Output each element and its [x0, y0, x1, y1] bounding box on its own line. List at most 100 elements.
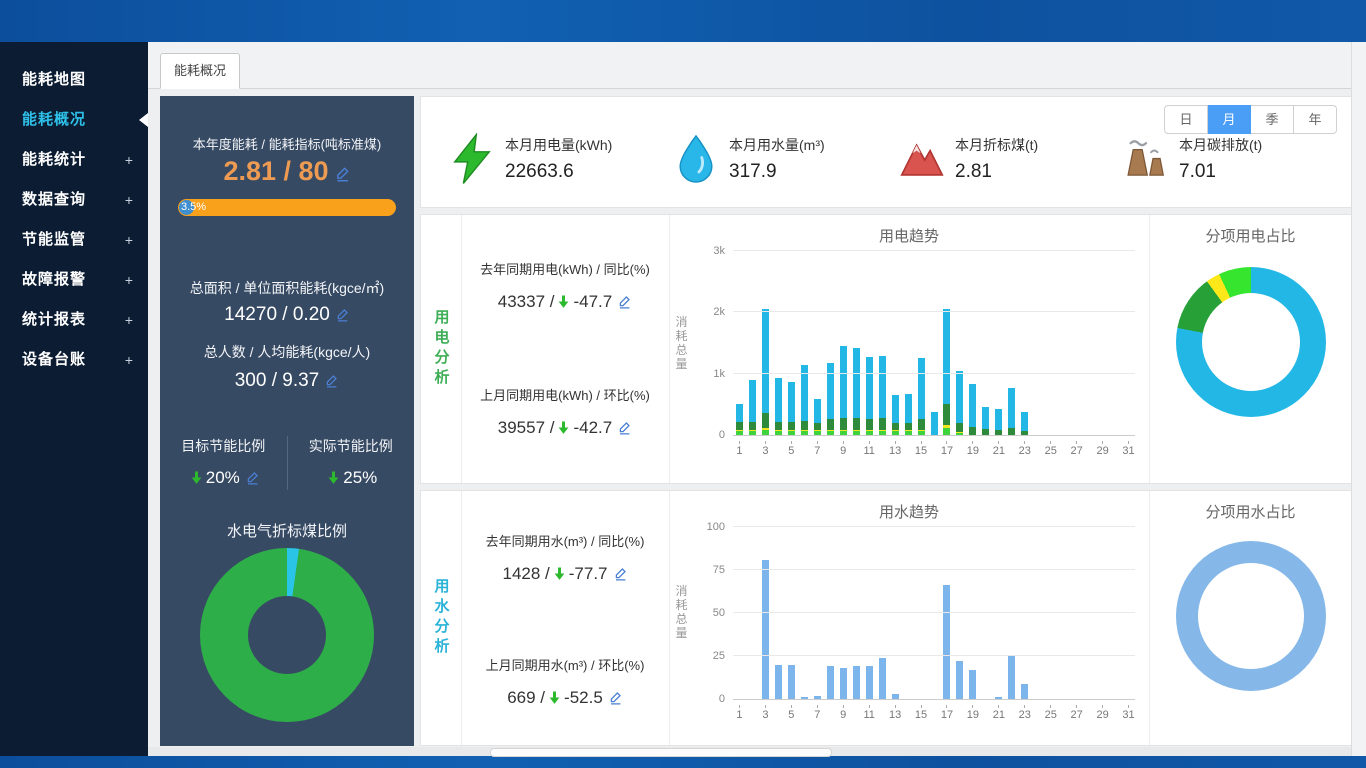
- water-trend-chart: 用水趋势 消耗总量 0255075100 1357911131517192123…: [669, 491, 1149, 745]
- sidebar-item-label: 节能监管: [22, 231, 86, 248]
- edit-icon[interactable]: [335, 306, 350, 328]
- annual-progress-bar: 3.5%: [178, 199, 396, 216]
- water-section-label: 用水分析: [421, 491, 462, 745]
- mountain-icon: [899, 133, 945, 185]
- electricity-share-section: 分项用电占比: [1149, 215, 1351, 483]
- kpi-water: 本月用水量(m³)317.9: [673, 133, 825, 185]
- electricity-stats: 去年同期用电(kWh) / 同比(%) 43337 /-47.7 上月同期用电(…: [461, 215, 670, 483]
- electricity-trend-chart: 用电趋势 消耗总量 01k2k3k 1357911131517192123252…: [669, 215, 1149, 483]
- sidebar-item-statistical-report[interactable]: 统计报表+: [0, 300, 148, 340]
- lightning-icon: [449, 133, 495, 185]
- donut-hole: [1202, 293, 1300, 391]
- yoy-label: 去年同期用水(m³) / 同比(%): [461, 531, 669, 550]
- down-arrow-icon: [547, 690, 562, 710]
- y-axis-title: 消耗总量: [673, 584, 690, 640]
- annual-energy-value: 2.81 / 80: [160, 156, 414, 189]
- area-energy-value: 14270 / 0.20: [160, 304, 414, 328]
- period-year-button[interactable]: 年: [1294, 105, 1337, 134]
- electricity-yoy-block: 去年同期用电(kWh) / 同比(%) 43337 /-47.7: [461, 259, 669, 314]
- water-mom-block: 上月同期用水(m³) / 环比(%) 669 /-52.5: [461, 655, 669, 710]
- y-axis-title: 消耗总量: [673, 315, 690, 371]
- tab-energy-overview[interactable]: 能耗概况: [160, 53, 240, 89]
- expand-plus-icon: +: [125, 260, 134, 300]
- edit-icon[interactable]: [334, 158, 351, 189]
- expand-plus-icon: +: [125, 140, 134, 180]
- sidebar-item-energy-map[interactable]: 能耗地图: [0, 60, 148, 100]
- section-label-text: 用水分析: [431, 578, 452, 658]
- edit-icon[interactable]: [613, 566, 628, 586]
- sidebar-item-energy-statistics[interactable]: 能耗统计 +: [0, 140, 148, 180]
- annual-energy-label: 本年度能耗 / 能耗指标(吨标准煤): [160, 134, 414, 153]
- kpi-electricity: 本月用电量(kWh) 22663.6: [449, 133, 612, 185]
- period-quarter-button[interactable]: 季: [1251, 105, 1294, 134]
- target-saving-ratio: 目标节能比例 20%: [160, 436, 287, 490]
- mom-label: 上月同期用电(kWh) / 环比(%): [461, 385, 669, 404]
- plot-area: [733, 251, 1135, 436]
- sidebar-item-energy-overview[interactable]: 能耗概况: [0, 100, 148, 140]
- edit-icon[interactable]: [608, 690, 623, 710]
- y-axis: 0255075100: [693, 527, 725, 699]
- kpi-coal: 本月折标煤(t)2.81: [899, 133, 1038, 185]
- sidebar-item-energy-saving-supervision[interactable]: 节能监管+: [0, 220, 148, 260]
- edit-icon[interactable]: [617, 294, 632, 314]
- x-axis: 135791113151719212325272931: [733, 441, 1135, 457]
- chart-title: 用电趋势: [669, 225, 1149, 246]
- main-area: 能耗概况 本年度能耗 / 能耗指标(吨标准煤) 2.81 / 80 3.5% 总…: [148, 42, 1366, 756]
- edit-icon[interactable]: [617, 420, 632, 440]
- donut-title: 分项用电占比: [1150, 225, 1351, 246]
- sidebar-item-label: 能耗概况: [22, 111, 86, 128]
- bottom-banner: [0, 756, 1366, 768]
- actual-saving-ratio: 实际节能比例 25%: [287, 436, 415, 490]
- water-yoy-block: 去年同期用水(m³) / 同比(%) 1428 /-77.7: [461, 531, 669, 586]
- sidebar-item-label: 能耗统计: [22, 151, 86, 168]
- vertical-scrollbar[interactable]: [1351, 42, 1366, 756]
- down-arrow-icon: [556, 294, 571, 314]
- yoy-value: 1428 /-77.7: [461, 564, 669, 586]
- kpi-label: 本月用水量(m³): [729, 135, 825, 155]
- per-capita-value: 300 / 9.37: [160, 370, 414, 394]
- sidebar-item-equipment-ledger[interactable]: 设备台账+: [0, 340, 148, 380]
- kpi-value: 22663.6: [505, 161, 612, 183]
- sidebar-item-label: 数据查询: [22, 191, 86, 208]
- sidebar-item-label: 设备台账: [22, 351, 86, 368]
- per-capita-label: 总人数 / 人均能耗(kgce/人): [160, 342, 414, 362]
- yoy-label: 去年同期用电(kWh) / 同比(%): [461, 259, 669, 278]
- active-arrow-icon: [139, 113, 148, 127]
- dashboard-app: 能耗地图 能耗概况 能耗统计+ 数据查询+ 节能监管+ 故障报警+ 统计报表+ …: [0, 0, 1366, 768]
- mom-value: 669 /-52.5: [461, 688, 669, 710]
- donut-hole: [1198, 563, 1304, 669]
- down-arrow-icon: [556, 420, 571, 440]
- saving-ratio-row: 目标节能比例 20% 实际节能比例 25%: [160, 436, 414, 490]
- water-share-donut-chart: [1176, 541, 1326, 691]
- summary-panel: 本年度能耗 / 能耗指标(吨标准煤) 2.81 / 80 3.5% 总面积 / …: [160, 96, 414, 746]
- area-energy-label: 总面积 / 单位面积能耗(kgce/㎡): [160, 278, 414, 298]
- water-stats: 去年同期用水(m³) / 同比(%) 1428 /-77.7 上月同期用水(m³…: [461, 491, 670, 745]
- sidebar-nav: 能耗地图 能耗概况 能耗统计+ 数据查询+ 节能监管+ 故障报警+ 统计报表+ …: [0, 42, 148, 756]
- donut-hole: [248, 596, 326, 674]
- edit-icon[interactable]: [324, 372, 339, 394]
- horizontal-scrollbar[interactable]: [148, 747, 1352, 756]
- kpi-label: 本月用电量(kWh): [505, 135, 612, 155]
- section-label-text: 用电分析: [431, 309, 452, 389]
- kpi-value: 7.01: [1179, 161, 1262, 183]
- electricity-section-label: 用电分析: [421, 215, 462, 483]
- down-arrow-icon: [552, 566, 567, 586]
- kpi-panel: 日 月 季 年 本月用电量(kWh) 22663.6 本月用水量(m³)317.9…: [420, 96, 1352, 208]
- y-axis: 01k2k3k: [693, 251, 725, 435]
- progress-percent: 3.5%: [181, 201, 206, 213]
- actual-ratio-label: 实际节能比例: [288, 436, 415, 456]
- water-analysis-panel: 用水分析 去年同期用水(m³) / 同比(%) 1428 /-77.7 上月同期…: [420, 490, 1352, 746]
- kpi-label: 本月折标煤(t): [955, 135, 1038, 155]
- period-month-button[interactable]: 月: [1208, 105, 1251, 134]
- sidebar-item-label: 故障报警: [22, 271, 86, 288]
- kpi-carbon: 本月碳排放(t)7.01: [1123, 133, 1262, 185]
- target-ratio-value: 20%: [160, 468, 287, 490]
- sidebar-item-data-query[interactable]: 数据查询+: [0, 180, 148, 220]
- actual-ratio-value: 25%: [288, 468, 415, 490]
- sidebar-item-label: 统计报表: [22, 311, 86, 328]
- electricity-share-donut-chart: [1176, 267, 1326, 417]
- edit-icon[interactable]: [245, 470, 260, 490]
- chart-title: 用水趋势: [669, 501, 1149, 522]
- period-day-button[interactable]: 日: [1164, 105, 1208, 134]
- sidebar-item-fault-alarm[interactable]: 故障报警 +: [0, 260, 148, 300]
